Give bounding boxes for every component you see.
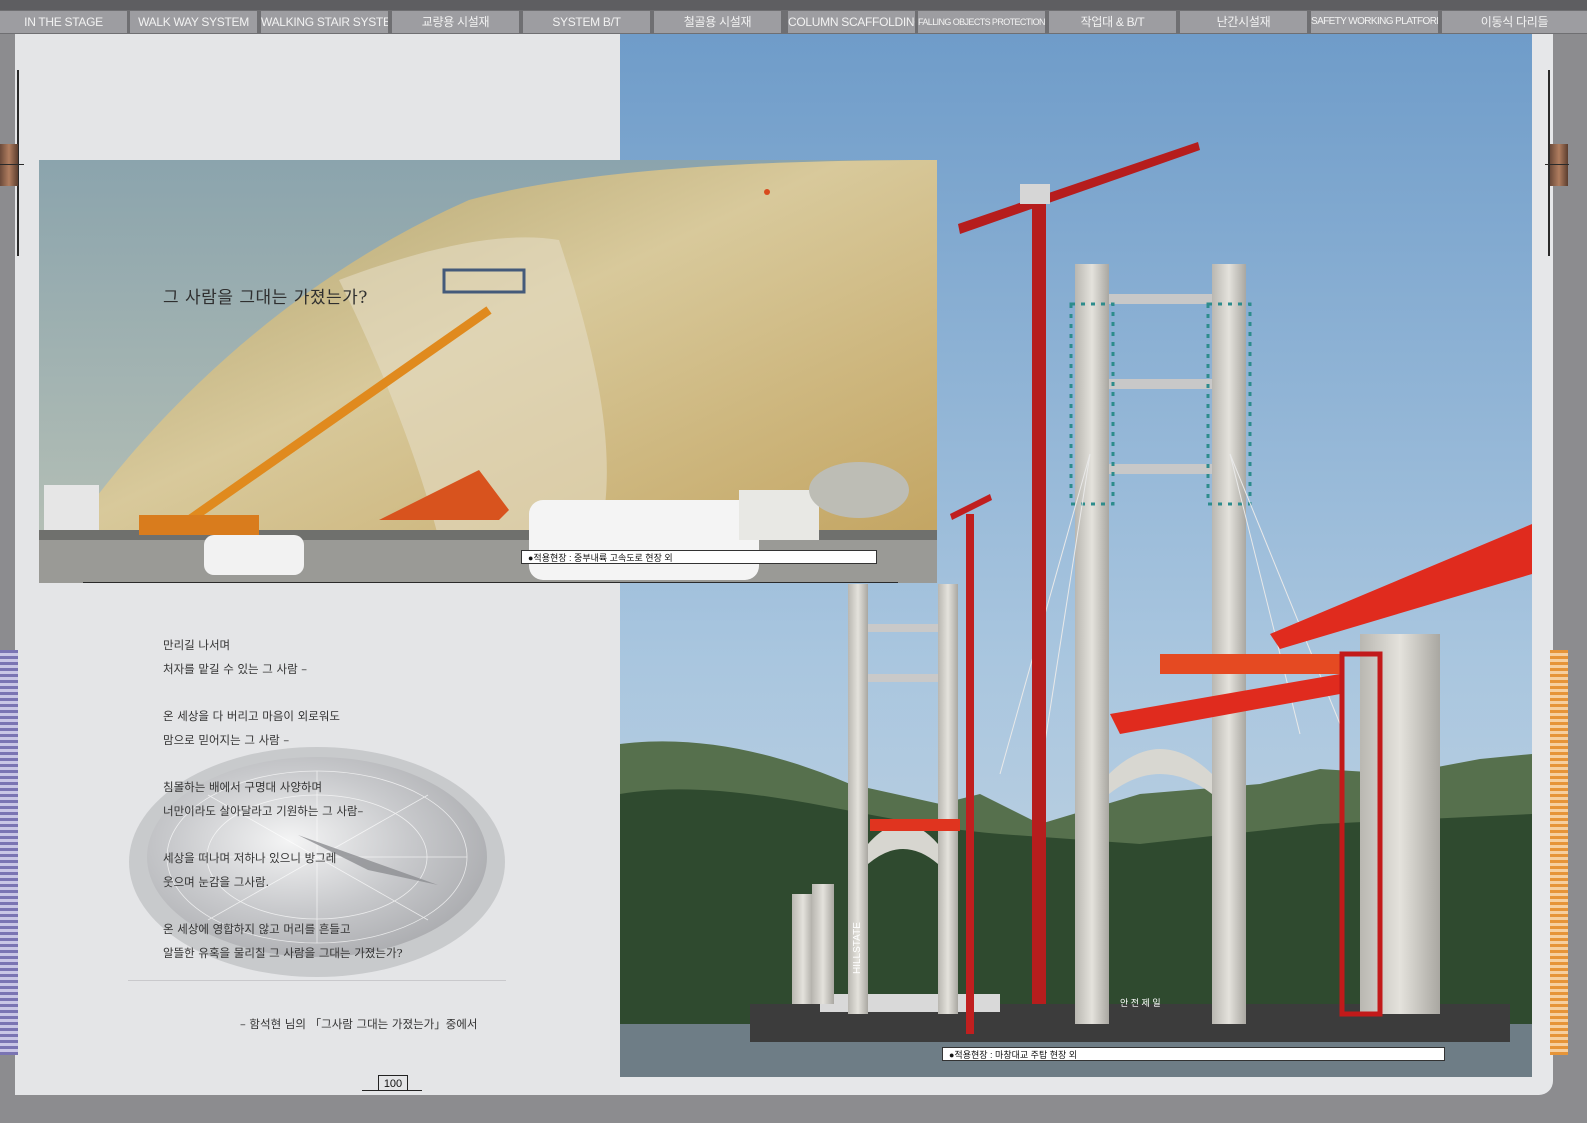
tab-falling-objects-protection-platform[interactable]: FALLING OBJECTS PROTECTION PLATFORM: [918, 11, 1045, 33]
photo-title: 그 사람을 그대는 가졌는가?: [163, 288, 368, 308]
top-strip: [0, 0, 1587, 10]
tab-walk-way-system[interactable]: WALK WAY SYSTEM: [130, 11, 257, 33]
poem-line: 온 세상을 다 버리고 마음이 외로워도: [163, 709, 340, 724]
tab-mobile-ladders[interactable]: 이동식 다리들: [1442, 11, 1587, 33]
tab-system-bt[interactable]: SYSTEM B/T: [523, 11, 650, 33]
slope-construction-image: [39, 160, 937, 583]
tab-safety-working-platform[interactable]: SAFETY WORKING PLATFORM: [1311, 11, 1438, 33]
tower-sign-text: HILLSTATE: [852, 922, 863, 974]
right-tick: [1545, 164, 1569, 165]
bridge-photo-caption: ●적용현장 : 마창대교 주탑 현장 외: [942, 1047, 1445, 1061]
poem-line: 온 세상에 영합하지 않고 머리를 흔들고: [163, 922, 351, 937]
poem: 만리길 나서며 처자를 맡길 수 있는 그 사람 – 온 세상을 다 버리고 마…: [163, 636, 523, 968]
tab-workbench-bt[interactable]: 작업대 & B/T: [1049, 11, 1176, 33]
poem-line: 알뜰한 유혹을 물리칠 그 사람을 그대는 가졌는가?: [163, 945, 403, 960]
right-side-swatch: [1550, 144, 1568, 186]
page-number-underline: [362, 1090, 422, 1091]
top-navigation-bar: IN THE STAGE WALK WAY SYSTEM WALKING STA…: [0, 0, 1587, 34]
poem-line: 웃으며 눈감을 그사람.: [163, 874, 270, 889]
left-stripe-tab: [0, 650, 18, 1055]
poem-line: 너만이라도 살아달라고 기원하는 그 사람–: [163, 803, 364, 818]
poem-rule: [128, 980, 506, 981]
tab-walking-stair-system[interactable]: WALKING STAIR SYSTEM: [261, 11, 388, 33]
poem-line: 만리길 나서며: [163, 638, 231, 652]
left-side-swatch: [0, 144, 18, 186]
tab-bridge-facilities[interactable]: 교량용 시설재: [392, 11, 519, 33]
tab-steel-facilities[interactable]: 철골용 시설재: [654, 11, 781, 33]
page-number: 100: [378, 1075, 408, 1091]
right-stripe-tab: [1550, 650, 1568, 1055]
slope-photo: 그 사람을 그대는 가졌는가? ●적용현장 : 중부내륙 고속도로 현장 외: [39, 160, 937, 583]
poem-attribution: – 함석현 님의 「그사람 그대는 가졌는가」중에서: [240, 1017, 478, 1031]
tab-column-scaffolding[interactable]: COLUMN SCAFFOLDING: [788, 11, 915, 33]
photo-bottom-rule: [83, 582, 898, 583]
poem-line: 세상을 떠나며 저하나 있으니 방그레: [163, 851, 337, 866]
slope-photo-caption: ●적용현장 : 중부내륙 고속도로 현장 외: [521, 550, 877, 564]
tab-railing-facilities[interactable]: 난간시설재: [1180, 11, 1307, 33]
tab-in-the-stage[interactable]: IN THE STAGE: [0, 11, 127, 33]
poem-line: 맘으로 믿어지는 그 사람 –: [163, 732, 290, 747]
deck-sign-text: 안 전 제 일: [1120, 998, 1161, 1008]
left-tick: [0, 164, 24, 165]
poem-line: 침몰하는 배에서 구명대 사양하며: [163, 780, 323, 795]
poem-line: 처자를 맡길 수 있는 그 사람 –: [163, 661, 308, 676]
